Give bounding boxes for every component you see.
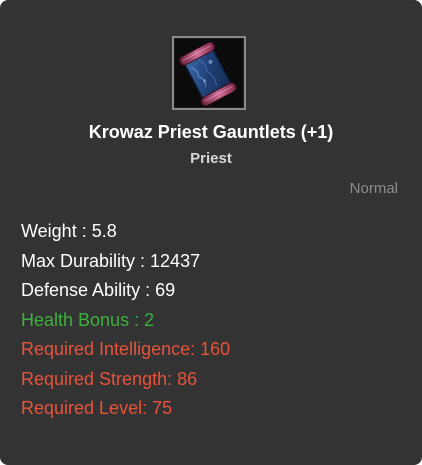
stat-weight: Weight : 5.8 bbox=[21, 221, 117, 241]
item-grade: Normal bbox=[349, 180, 398, 197]
stat-required-strength: Required Strength: 86 bbox=[21, 368, 198, 389]
gauntlets-icon bbox=[176, 40, 242, 106]
stat-health-bonus: Health Bonus : 2 bbox=[21, 309, 155, 330]
item-icon-frame bbox=[172, 36, 246, 110]
stat-required-level: Required Level: 75 bbox=[21, 398, 173, 418]
stat-required-intelligence: Required Intelligence: 160 bbox=[21, 339, 231, 359]
stat-defense-ability: Defense Ability : 69 bbox=[21, 280, 176, 300]
item-tooltip: Krowaz Priest Gauntlets (+1) Priest Norm… bbox=[0, 0, 422, 465]
item-name: Krowaz Priest Gauntlets (+1) bbox=[88, 122, 334, 142]
stats-list: Weight : 5.8 Max Durability : 12437 Defe… bbox=[21, 217, 230, 424]
stat-max-durability: Max Durability : 12437 bbox=[21, 250, 201, 271]
item-class: Priest bbox=[190, 150, 232, 167]
